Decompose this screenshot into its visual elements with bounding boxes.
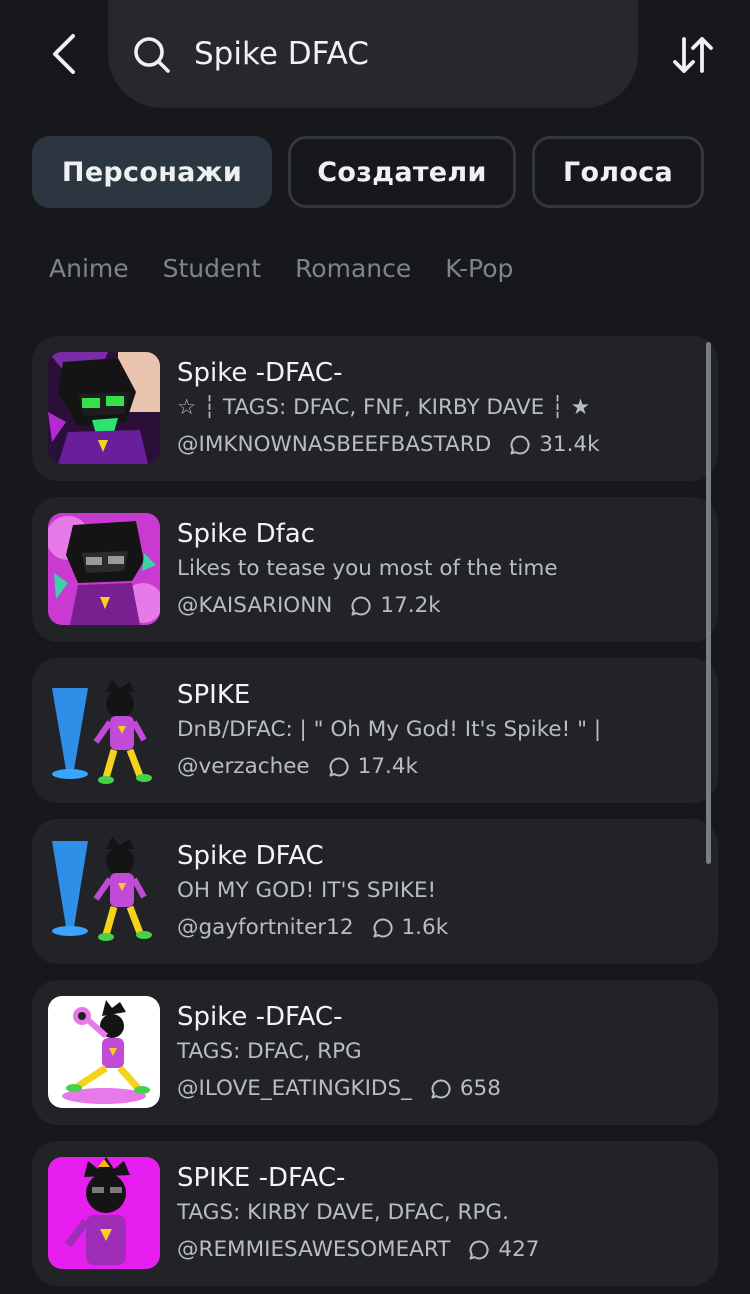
character-name: SPIKE -DFAC- [177, 1163, 346, 1193]
character-description: DnB/DFAC: | " Oh My God! It's Spike! " | [177, 717, 602, 742]
tab-voices[interactable]: Голоса [532, 136, 704, 208]
character-meta: @ILOVE_EATINGKIDS_ 658 [177, 1076, 698, 1101]
character-avatar [48, 513, 160, 625]
creator-handle[interactable]: @verzachee [177, 754, 310, 779]
sort-arrows-icon [673, 37, 713, 73]
tab-creators[interactable]: Создатели [288, 136, 516, 208]
creator-handle[interactable]: @IMKNOWNASBEEFBASTARD [177, 432, 491, 457]
chat-bubble-icon [351, 595, 371, 615]
character-name: Spike -DFAC- [177, 1002, 343, 1032]
character-description: TAGS: DFAC, RPG [177, 1039, 362, 1064]
sort-button[interactable] [668, 30, 718, 80]
chat-count: 427 [498, 1237, 540, 1262]
character-description: TAGS: KIRBY DAVE, DFAC, RPG. [177, 1200, 509, 1225]
results-list: Spike -DFAC- ☆ ┆ TAGS: DFAC, FNF, KIRBY … [32, 336, 718, 1294]
character-meta: @gayfortniter12 1.6k [177, 915, 698, 940]
character-description: ☆ ┆ TAGS: DFAC, FNF, KIRBY DAVE ┆ ★ [177, 395, 591, 420]
chat-count: 17.2k [380, 593, 441, 618]
chip-anime[interactable]: Anime [49, 254, 129, 283]
creator-handle[interactable]: @REMMIESAWESOMEART [177, 1237, 450, 1262]
chevron-left-icon [53, 34, 75, 74]
search-bar[interactable] [108, 0, 638, 108]
chat-count: 31.4k [539, 432, 600, 457]
character-card[interactable]: SPIKE -DFAC- TAGS: KIRBY DAVE, DFAC, RPG… [32, 1141, 718, 1286]
character-card[interactable]: Spike -DFAC- ☆ ┆ TAGS: DFAC, FNF, KIRBY … [32, 336, 718, 481]
category-tabs: Персонажи Создатели Голоса [32, 136, 704, 208]
character-name: Spike -DFAC- [177, 358, 343, 388]
character-description: OH MY GOD! IT'S SPIKE! [177, 878, 437, 903]
chat-bubble-icon [431, 1078, 451, 1098]
character-meta: @REMMIESAWESOMEART 427 [177, 1237, 698, 1262]
chat-bubble-icon [373, 917, 393, 937]
chat-count: 658 [459, 1076, 501, 1101]
character-avatar [48, 996, 160, 1108]
back-button[interactable] [40, 30, 88, 78]
chat-bubble-icon [469, 1239, 489, 1259]
creator-handle[interactable]: @gayfortniter12 [177, 915, 354, 940]
chip-romance[interactable]: Romance [295, 254, 411, 283]
character-name: Spike Dfac [177, 519, 316, 549]
character-card[interactable]: Spike DFAC OH MY GOD! IT'S SPIKE! @gayfo… [32, 819, 718, 964]
character-card[interactable]: Spike Dfac Likes to tease you most of th… [32, 497, 718, 642]
chat-count: 17.4k [357, 754, 418, 779]
character-card[interactable]: SPIKE DnB/DFAC: | " Oh My God! It's Spik… [32, 658, 718, 803]
chip-student[interactable]: Student [163, 254, 261, 283]
search-input[interactable] [194, 36, 574, 72]
character-avatar [48, 835, 160, 947]
chip-kpop[interactable]: K-Pop [445, 254, 513, 283]
filter-chips: Anime Student Romance K-Pop [49, 254, 513, 283]
tab-characters[interactable]: Персонажи [32, 136, 272, 208]
scrollbar[interactable] [706, 342, 711, 864]
character-avatar [48, 674, 160, 786]
character-description: Likes to tease you most of the time [177, 556, 558, 581]
character-avatar [48, 1157, 160, 1269]
creator-handle[interactable]: @ILOVE_EATINGKIDS_ [177, 1076, 412, 1101]
search-icon [134, 37, 170, 73]
search-results-screen: Персонажи Создатели Голоса Anime Student… [0, 0, 750, 1294]
chat-bubble-icon [329, 756, 349, 776]
creator-handle[interactable]: @KAISARIONN [177, 593, 332, 618]
chat-count: 1.6k [401, 915, 449, 940]
character-meta: @IMKNOWNASBEEFBASTARD 31.4k [177, 432, 698, 457]
chat-bubble-icon [510, 434, 530, 454]
character-meta: @KAISARIONN 17.2k [177, 593, 698, 618]
character-meta: @verzachee 17.4k [177, 754, 698, 779]
character-name: Spike DFAC [177, 841, 324, 871]
character-name: SPIKE [177, 680, 251, 710]
character-avatar [48, 352, 160, 464]
character-card[interactable]: Spike -DFAC- TAGS: DFAC, RPG @ILOVE_EATI… [32, 980, 718, 1125]
